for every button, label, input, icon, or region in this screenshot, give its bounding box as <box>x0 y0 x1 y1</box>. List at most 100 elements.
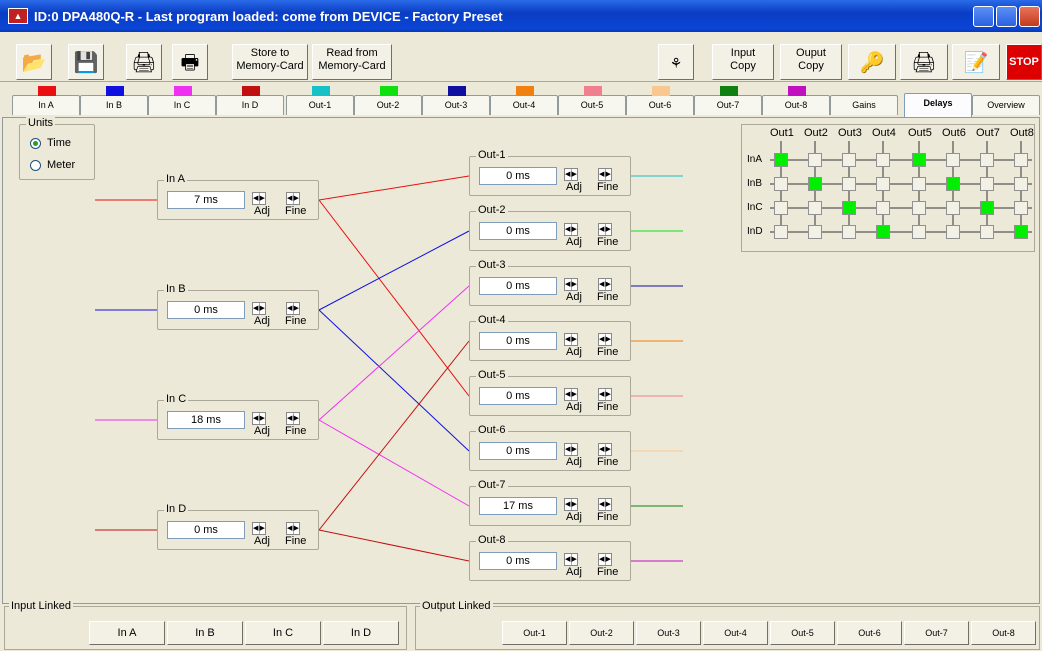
output-linked-out-6-button[interactable]: Out-6 <box>837 621 902 645</box>
delay-value-field[interactable]: 18 ms <box>167 411 245 429</box>
tab-out-8[interactable]: Out-8 <box>762 95 830 115</box>
tab-in-d[interactable]: In D <box>216 95 284 115</box>
adj-spinner[interactable]: ◀ ▶ <box>564 223 578 236</box>
arrow-right-icon[interactable]: ▶ <box>260 523 266 534</box>
keys-icon[interactable]: 🔑 <box>848 44 896 80</box>
matrix-cell-inc-out7[interactable] <box>980 201 994 215</box>
delay-value-field[interactable]: 0 ms <box>479 552 557 570</box>
delay-value-field[interactable]: 0 ms <box>479 442 557 460</box>
tab-gains[interactable]: Gains <box>830 95 898 115</box>
tab-out-3[interactable]: Out-3 <box>422 95 490 115</box>
matrix-cell-inc-out5[interactable] <box>912 201 926 215</box>
arrow-right-icon[interactable]: ▶ <box>572 444 578 455</box>
input-linked-in-a-button[interactable]: In A <box>89 621 165 645</box>
output-linked-out-1-button[interactable]: Out-1 <box>502 621 567 645</box>
tab-out-1[interactable]: Out-1 <box>286 95 354 115</box>
arrow-right-icon[interactable]: ▶ <box>260 193 266 204</box>
adj-spinner[interactable]: ◀ ▶ <box>564 278 578 291</box>
matrix-cell-ina-out8[interactable] <box>1014 153 1028 167</box>
matrix-cell-ind-out1[interactable] <box>774 225 788 239</box>
matrix-cell-ind-out5[interactable] <box>912 225 926 239</box>
matrix-cell-inc-out2[interactable] <box>808 201 822 215</box>
adj-spinner[interactable]: ◀ ▶ <box>252 192 266 205</box>
delay-value-field[interactable]: 7 ms <box>167 191 245 209</box>
fine-spinner[interactable]: ◀ ▶ <box>598 443 612 456</box>
delay-value-field[interactable]: 0 ms <box>167 521 245 539</box>
output-linked-out-8-button[interactable]: Out-8 <box>971 621 1036 645</box>
open-folder-icon[interactable]: 📂 <box>16 44 52 80</box>
matrix-cell-ina-out6[interactable] <box>946 153 960 167</box>
tab-delays[interactable]: Delays <box>904 93 972 117</box>
fine-spinner[interactable]: ◀ ▶ <box>598 278 612 291</box>
matrix-cell-ind-out3[interactable] <box>842 225 856 239</box>
matrix-cell-inc-out6[interactable] <box>946 201 960 215</box>
matrix-cell-ind-out2[interactable] <box>808 225 822 239</box>
adj-spinner[interactable]: ◀ ▶ <box>564 168 578 181</box>
arrow-right-icon[interactable]: ▶ <box>606 499 612 510</box>
tab-out-7[interactable]: Out-7 <box>694 95 762 115</box>
arrow-right-icon[interactable]: ▶ <box>260 413 266 424</box>
matrix-cell-ina-out3[interactable] <box>842 153 856 167</box>
arrow-right-icon[interactable]: ▶ <box>294 523 300 534</box>
store-to-memory-card-button[interactable]: Store to Memory-Card <box>232 44 308 80</box>
adj-spinner[interactable]: ◀ ▶ <box>564 443 578 456</box>
matrix-cell-ind-out6[interactable] <box>946 225 960 239</box>
input-linked-in-d-button[interactable]: In D <box>323 621 399 645</box>
matrix-cell-ina-out4[interactable] <box>876 153 890 167</box>
adj-spinner[interactable]: ◀ ▶ <box>564 553 578 566</box>
notes-icon[interactable]: 📝 <box>952 44 1000 80</box>
save-icon[interactable]: 💾 <box>68 44 104 80</box>
adj-spinner[interactable]: ◀ ▶ <box>564 388 578 401</box>
matrix-cell-inb-out1[interactable] <box>774 177 788 191</box>
arrow-right-icon[interactable]: ▶ <box>294 413 300 424</box>
output-linked-out-7-button[interactable]: Out-7 <box>904 621 969 645</box>
matrix-cell-inb-out2[interactable] <box>808 177 822 191</box>
output-linked-out-5-button[interactable]: Out-5 <box>770 621 835 645</box>
matrix-cell-inc-out8[interactable] <box>1014 201 1028 215</box>
tab-in-a[interactable]: In A <box>12 95 80 115</box>
matrix-cell-inb-out4[interactable] <box>876 177 890 191</box>
fine-spinner[interactable]: ◀ ▶ <box>598 388 612 401</box>
matrix-cell-inb-out6[interactable] <box>946 177 960 191</box>
stop-button[interactable]: STOP <box>1006 44 1042 80</box>
arrow-right-icon[interactable]: ▶ <box>572 554 578 565</box>
adj-spinner[interactable]: ◀ ▶ <box>564 333 578 346</box>
tab-out-5[interactable]: Out-5 <box>558 95 626 115</box>
delay-value-field[interactable]: 17 ms <box>479 497 557 515</box>
print-icon[interactable]: 🖨 <box>126 44 162 80</box>
delay-value-field[interactable]: 0 ms <box>479 387 557 405</box>
input-linked-in-b-button[interactable]: In B <box>167 621 243 645</box>
adj-spinner[interactable]: ◀ ▶ <box>564 498 578 511</box>
tab-overview[interactable]: Overview <box>972 95 1040 115</box>
device-icon[interactable]: 🖨 <box>900 44 948 80</box>
fine-spinner[interactable]: ◀ ▶ <box>286 522 300 535</box>
fine-spinner[interactable]: ◀ ▶ <box>286 412 300 425</box>
arrow-right-icon[interactable]: ▶ <box>260 303 266 314</box>
arrow-right-icon[interactable]: ▶ <box>606 334 612 345</box>
fine-spinner[interactable]: ◀ ▶ <box>598 498 612 511</box>
arrow-right-icon[interactable]: ▶ <box>294 303 300 314</box>
output-linked-out-4-button[interactable]: Out-4 <box>703 621 768 645</box>
tab-out-2[interactable]: Out-2 <box>354 95 422 115</box>
arrow-right-icon[interactable]: ▶ <box>606 554 612 565</box>
delay-value-field[interactable]: 0 ms <box>167 301 245 319</box>
delay-value-field[interactable]: 0 ms <box>479 222 557 240</box>
arrow-right-icon[interactable]: ▶ <box>606 224 612 235</box>
minimize-button[interactable] <box>973 6 994 27</box>
matrix-cell-ind-out8[interactable] <box>1014 225 1028 239</box>
close-button[interactable] <box>1019 6 1040 27</box>
fine-spinner[interactable]: ◀ ▶ <box>598 223 612 236</box>
adj-spinner[interactable]: ◀ ▶ <box>252 412 266 425</box>
matrix-cell-ind-out4[interactable] <box>876 225 890 239</box>
arrow-right-icon[interactable]: ▶ <box>606 279 612 290</box>
maximize-button[interactable] <box>996 6 1017 27</box>
arrow-right-icon[interactable]: ▶ <box>572 389 578 400</box>
output-linked-out-3-button[interactable]: Out-3 <box>636 621 701 645</box>
arrow-right-icon[interactable]: ▶ <box>572 334 578 345</box>
delay-value-field[interactable]: 0 ms <box>479 277 557 295</box>
arrow-right-icon[interactable]: ▶ <box>294 193 300 204</box>
output-copy-button[interactable]: Ouput Copy <box>780 44 842 80</box>
fine-spinner[interactable]: ◀ ▶ <box>598 168 612 181</box>
tab-out-6[interactable]: Out-6 <box>626 95 694 115</box>
matrix-cell-ind-out7[interactable] <box>980 225 994 239</box>
